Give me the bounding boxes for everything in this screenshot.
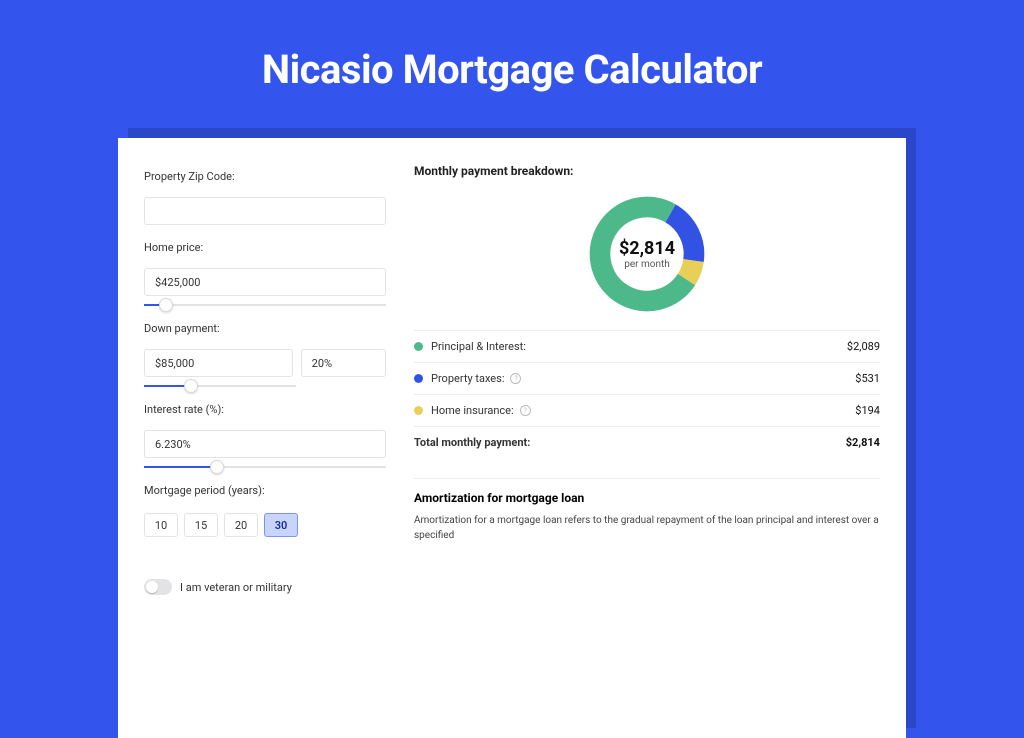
home-price-input[interactable] (144, 268, 386, 296)
legend-row: Home insurance:?$194 (414, 395, 880, 427)
legend-amount: $2,089 (847, 340, 880, 353)
zip-label: Property Zip Code: (144, 170, 386, 183)
donut-center-amount: $2,814 (619, 238, 675, 259)
calculator-card: Property Zip Code: Home price: Down paym… (118, 138, 906, 738)
legend-row: Property taxes:?$531 (414, 363, 880, 395)
veteran-toggle[interactable] (144, 579, 172, 595)
legend-label: Property taxes:? (431, 372, 855, 385)
amortization-title: Amortization for mortgage loan (414, 491, 880, 505)
donut-chart: $2,814 per month (585, 192, 709, 316)
zip-input[interactable] (144, 197, 386, 225)
home-price-slider[interactable] (144, 304, 386, 306)
legend-label: Principal & Interest: (431, 340, 847, 353)
legend-label: Home insurance:? (431, 404, 855, 417)
legend-total-row: Total monthly payment:$2,814 (414, 427, 880, 458)
legend-dot (414, 374, 423, 383)
interest-slider[interactable] (144, 466, 386, 468)
total-amount: $2,814 (846, 436, 880, 449)
interest-label: Interest rate (%): (144, 403, 386, 416)
interest-input[interactable] (144, 430, 386, 458)
down-payment-pct-input[interactable] (301, 349, 386, 377)
home-price-label: Home price: (144, 241, 386, 254)
veteran-label: I am veteran or military (180, 581, 292, 594)
period-option-20[interactable]: 20 (224, 513, 258, 537)
down-payment-input[interactable] (144, 349, 293, 377)
legend-row: Principal & Interest:$2,089 (414, 331, 880, 363)
donut-center-sub: per month (624, 259, 670, 270)
period-selector: 10152030 (144, 513, 386, 537)
period-label: Mortgage period (years): (144, 484, 386, 497)
amortization-body: Amortization for a mortgage loan refers … (414, 513, 880, 543)
form-panel: Property Zip Code: Home price: Down paym… (144, 164, 386, 698)
period-option-30[interactable]: 30 (264, 513, 298, 537)
amortization-section: Amortization for mortgage loan Amortizat… (414, 478, 880, 543)
period-option-15[interactable]: 15 (184, 513, 218, 537)
down-payment-slider[interactable] (144, 385, 296, 387)
slider-thumb[interactable] (210, 460, 224, 474)
legend-dot (414, 342, 423, 351)
breakdown-panel: Monthly payment breakdown: $2,814 per mo… (414, 164, 880, 698)
legend-amount: $531 (855, 372, 880, 385)
down-payment-label: Down payment: (144, 322, 386, 335)
info-icon[interactable]: ? (510, 373, 521, 384)
page-title: Nicasio Mortgage Calculator (262, 46, 762, 93)
legend-dot (414, 406, 423, 415)
legend: Principal & Interest:$2,089Property taxe… (414, 330, 880, 458)
slider-thumb[interactable] (159, 298, 173, 312)
slider-thumb[interactable] (184, 379, 198, 393)
period-option-10[interactable]: 10 (144, 513, 178, 537)
total-label: Total monthly payment: (414, 436, 846, 449)
breakdown-title: Monthly payment breakdown: (414, 164, 880, 178)
hero: Nicasio Mortgage Calculator (0, 0, 1024, 138)
info-icon[interactable]: ? (520, 405, 531, 416)
legend-amount: $194 (855, 404, 880, 417)
